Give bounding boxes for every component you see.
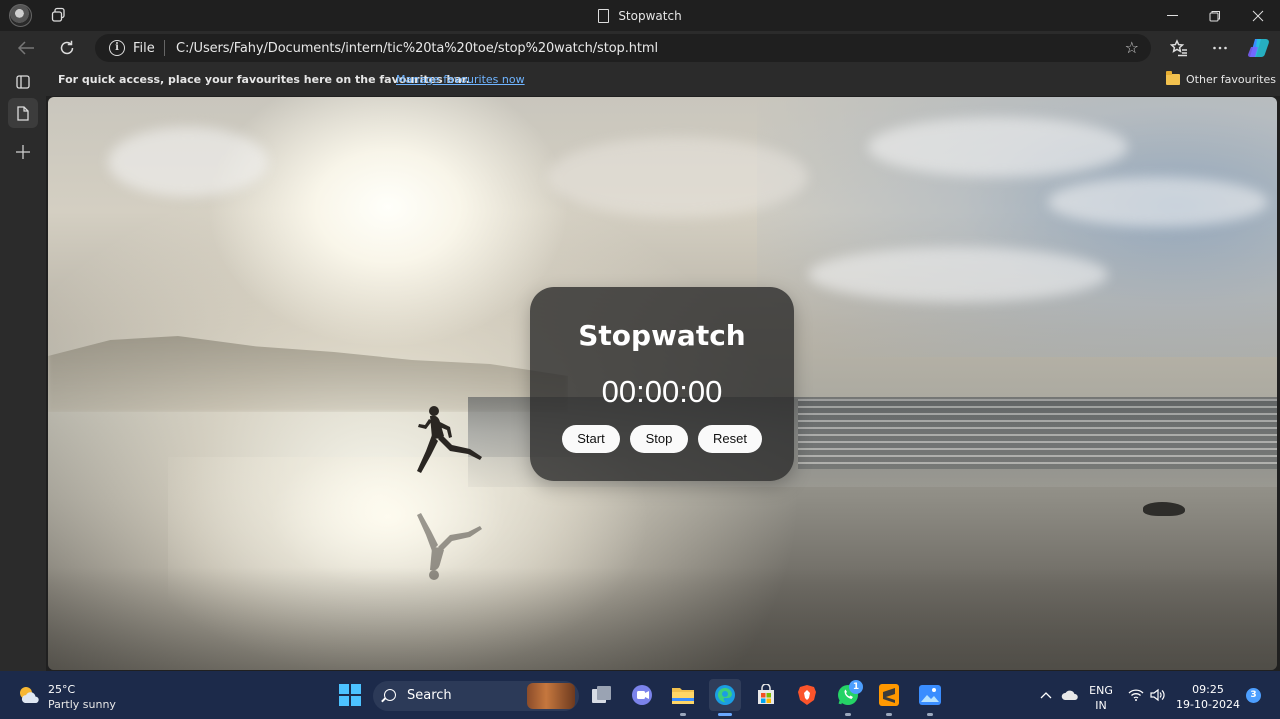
search-label: Search: [407, 688, 452, 703]
windows-logo-icon: [339, 684, 361, 706]
task-view-button[interactable]: [586, 679, 618, 711]
url-scheme-label: File: [133, 41, 155, 56]
show-hidden-icons-button[interactable]: [1034, 679, 1058, 711]
favourites-list-icon: [1170, 39, 1187, 57]
tab-stopwatch[interactable]: [8, 98, 38, 128]
title-bar: Stopwatch: [0, 0, 1280, 31]
folder-icon: [1166, 71, 1180, 85]
back-arrow-icon: [17, 41, 34, 55]
ellipsis-icon: [1213, 46, 1227, 50]
minimize-button[interactable]: [1150, 0, 1194, 31]
running-indicator: [886, 713, 892, 716]
vertical-tabs-sidebar: [0, 65, 46, 671]
info-icon[interactable]: i: [109, 40, 125, 56]
microsoft-store-button[interactable]: [750, 679, 782, 711]
favourites-bar: For quick access, place your favourites …: [0, 65, 1280, 96]
clock-date: 19-10-2024: [1176, 698, 1240, 711]
chevron-up-icon: [1040, 692, 1052, 699]
copilot-button[interactable]: [1244, 34, 1274, 62]
minimize-icon: [1166, 15, 1178, 16]
stopwatch-card: Stopwatch 00:00:00 Start Stop Reset: [530, 287, 794, 481]
stopwatch-display: 00:00:00: [601, 374, 723, 409]
task-view-icon: [592, 686, 611, 703]
photos-icon: [919, 685, 941, 705]
more-options-button[interactable]: [1205, 34, 1235, 62]
weather-description: Partly sunny: [48, 698, 116, 711]
other-favourites-button[interactable]: Other favourites: [1166, 71, 1276, 86]
edge-icon: [715, 685, 735, 705]
back-button[interactable]: [11, 34, 41, 62]
folder-explorer-icon: [672, 688, 694, 704]
language-code: ENG: [1089, 684, 1113, 697]
url-divider: [164, 40, 165, 56]
start-button[interactable]: Start: [562, 425, 620, 453]
brave-lion-icon: [798, 685, 816, 705]
wifi-status-button[interactable]: [1124, 679, 1148, 711]
runner-silhouette: [417, 406, 482, 473]
add-favourite-star-icon[interactable]: ☆: [1125, 39, 1139, 57]
file-explorer-button[interactable]: [667, 679, 699, 716]
whatsapp-unread-badge: 1: [849, 680, 863, 694]
speaker-icon: [1150, 688, 1165, 702]
refresh-button[interactable]: [52, 34, 82, 62]
brave-browser-button[interactable]: [791, 679, 823, 711]
stop-button[interactable]: Stop: [630, 425, 688, 453]
tab-actions-button[interactable]: [8, 67, 38, 97]
address-bar[interactable]: i File C:/Users/Fahy/Documents/intern/ti…: [95, 34, 1151, 62]
running-indicator: [927, 713, 933, 716]
start-menu-button[interactable]: [334, 679, 366, 711]
document-icon: [598, 8, 610, 23]
page-viewport: Stopwatch 00:00:00 Start Stop Reset: [48, 97, 1277, 670]
teams-chat-button[interactable]: [626, 679, 658, 711]
page-icon: [17, 105, 29, 121]
cloud-icon: [1061, 690, 1078, 700]
notification-count-badge[interactable]: 3: [1246, 688, 1261, 703]
photos-button[interactable]: [914, 679, 946, 716]
stopwatch-title: Stopwatch: [578, 319, 746, 352]
clock-time: 09:25: [1192, 683, 1224, 696]
search-highlight-image: [527, 683, 575, 709]
restore-icon: [1209, 10, 1220, 21]
runner-reflection: [417, 513, 482, 580]
taskbar: 25°C Partly sunny Search 1 ENG IN 09:25 …: [0, 671, 1280, 719]
active-indicator: [718, 713, 732, 716]
sublime-text-button[interactable]: [873, 679, 905, 716]
sublime-text-icon: [879, 684, 899, 706]
weather-temperature: 25°C: [48, 683, 76, 696]
partly-sunny-icon: [20, 687, 39, 703]
taskbar-search[interactable]: Search: [373, 681, 579, 711]
url-text[interactable]: C:/Users/Fahy/Documents/intern/tic%20ta%…: [176, 41, 658, 56]
onedrive-button[interactable]: [1058, 679, 1082, 711]
reset-button[interactable]: Reset: [698, 425, 762, 453]
other-favourites-label: Other favourites: [1186, 73, 1276, 86]
whatsapp-button[interactable]: 1: [832, 679, 864, 716]
wifi-icon: [1128, 689, 1144, 701]
running-indicator: [845, 713, 851, 716]
close-button[interactable]: [1236, 0, 1280, 31]
manage-favourites-link[interactable]: Manage favourites now: [396, 73, 525, 86]
favourites-button[interactable]: [1164, 34, 1194, 62]
window-title-text: Stopwatch: [618, 8, 682, 23]
edge-browser-button[interactable]: [709, 679, 741, 716]
plus-icon: [16, 145, 30, 159]
tab-actions-icon: [16, 75, 30, 89]
navigation-bar: i File C:/Users/Fahy/Documents/intern/ti…: [0, 31, 1280, 65]
running-indicator: [680, 713, 686, 716]
close-icon: [1252, 10, 1264, 21]
refresh-icon: [60, 40, 74, 55]
store-icon: [758, 684, 774, 704]
window-title: Stopwatch: [0, 0, 1280, 31]
region-code: IN: [1095, 699, 1107, 712]
restore-button[interactable]: [1193, 0, 1237, 31]
search-icon: [384, 689, 396, 701]
teams-icon: [632, 685, 652, 705]
volume-button[interactable]: [1146, 679, 1170, 711]
copilot-icon: [1248, 39, 1269, 58]
new-tab-button[interactable]: [8, 137, 38, 167]
